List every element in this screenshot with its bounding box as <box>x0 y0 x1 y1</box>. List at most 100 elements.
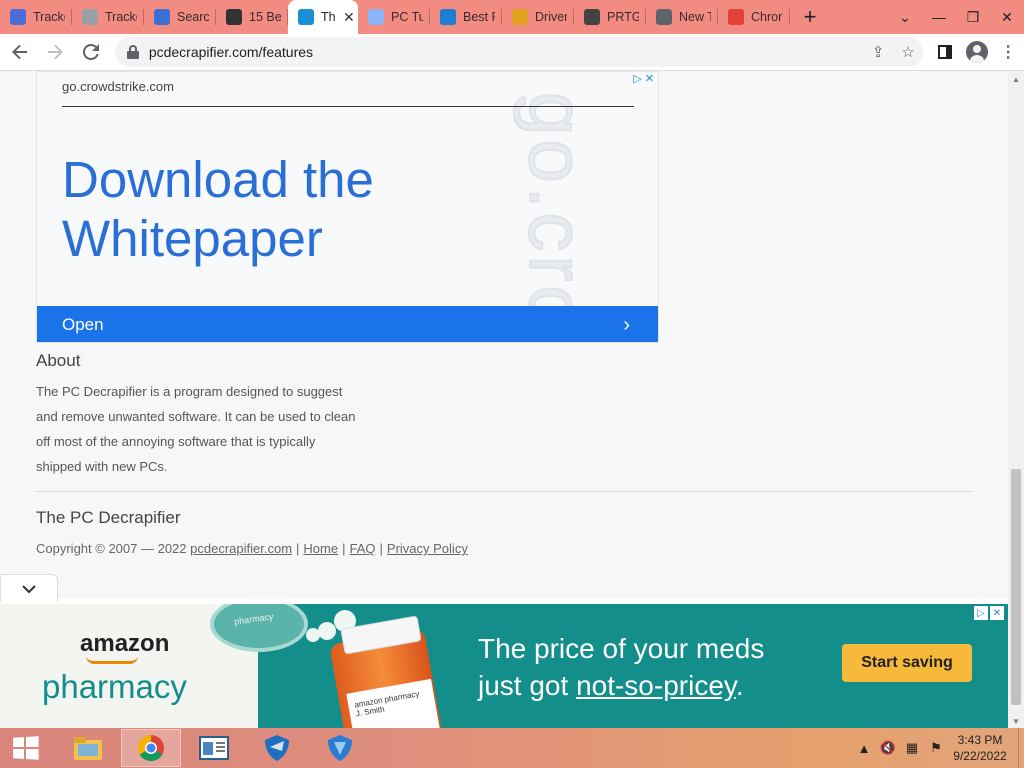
footer-link-faq[interactable]: FAQ <box>350 541 376 556</box>
clock[interactable]: 3:43 PM 9/22/2022 <box>948 732 1012 764</box>
browser-tab[interactable]: Chror <box>718 0 790 34</box>
close-window-button[interactable]: ✕ <box>990 9 1024 26</box>
forward-button[interactable] <box>40 36 72 68</box>
profile-button[interactable] <box>961 36 993 68</box>
chrome-favicon-icon <box>656 9 672 25</box>
side-panel-glyph-icon <box>937 45 952 59</box>
ad-choices-icon[interactable]: ▷ <box>974 606 988 620</box>
address-bar[interactable]: pcdecrapifier.com/features ⇪ ☆ <box>114 37 924 67</box>
ad-close-icon[interactable]: ✕ <box>990 606 1004 620</box>
cap-text: pharmacy <box>233 611 275 627</box>
ad-choices-icon[interactable]: ▷ ✕ <box>633 72 654 85</box>
show-desktop-button[interactable] <box>1018 728 1024 768</box>
shield-icon <box>265 735 289 761</box>
scroll-down-arrow-icon[interactable]: ▼ <box>1012 717 1020 726</box>
bookmark-star-icon[interactable]: ☆ <box>893 43 923 61</box>
chrome-icon <box>137 734 164 762</box>
shield-icon <box>328 735 352 761</box>
browser-tab[interactable]: Best F <box>430 0 502 34</box>
amazon-pharmacy-ad[interactable]: amazon pharmacy pharmacy amazon pharmacy… <box>0 604 1008 728</box>
browser-tab[interactable]: Driver <box>502 0 574 34</box>
pharmacy-wordmark: pharmacy <box>42 668 187 705</box>
tab-title: 15 Be <box>249 10 281 24</box>
minimize-button[interactable]: — <box>922 9 956 25</box>
lock-icon[interactable] <box>126 45 139 59</box>
scrollbar-thumb[interactable] <box>1011 469 1021 705</box>
windows-taskbar: ▲ 🔇 ▦ ⚑ 3:43 PM 9/22/2022 <box>0 728 1024 768</box>
ad-open-label: Open <box>62 315 104 334</box>
menu-kebab-icon[interactable]: ⋮ <box>992 36 1024 68</box>
copyright-text: Copyright © 2007 — 2022 <box>36 541 187 556</box>
p-favicon-icon <box>226 9 242 25</box>
tab-title: Tracke <box>33 10 65 24</box>
show-hidden-icons-icon[interactable]: ▲ <box>852 741 876 756</box>
footer-link-privacy[interactable]: Privacy Policy <box>387 541 468 556</box>
tab-search-chevron-icon[interactable]: ⌄ <box>888 9 922 26</box>
back-button[interactable] <box>4 36 36 68</box>
folder-icon <box>74 737 102 760</box>
pirate-favicon-icon <box>10 9 26 25</box>
windows-favicon-icon <box>440 9 456 25</box>
app-window-icon <box>199 736 229 760</box>
tab-title: Best F <box>463 10 495 24</box>
footer-link-home[interactable]: Home <box>303 541 338 556</box>
taskbar-security-app-1[interactable] <box>247 729 307 767</box>
ad-open-button[interactable]: Open › <box>37 306 658 342</box>
action-center-flag-icon[interactable]: ⚑ <box>924 740 948 756</box>
footer-link-site[interactable]: pcdecrapifier.com <box>190 541 292 556</box>
pcd-favicon-icon <box>298 9 314 25</box>
taskbar-security-app-2[interactable] <box>310 729 370 767</box>
amazon-wordmark: amazon <box>80 630 170 657</box>
tab-title: Th <box>321 10 336 24</box>
tab-title: New T <box>679 10 711 24</box>
browser-tab[interactable]: Tracke <box>72 0 144 34</box>
headline-suffix: . <box>735 670 744 701</box>
clock-date: 9/22/2022 <box>953 749 1007 763</box>
start-saving-button[interactable]: Start saving <box>842 644 972 682</box>
tab-title: Driver <box>535 10 567 24</box>
headline-line-1: The price of your meds <box>478 633 765 664</box>
collapse-ad-button[interactable] <box>0 574 58 602</box>
browser-tab[interactable]: Tracke <box>0 0 72 34</box>
tab-title: PC Tu <box>391 10 423 24</box>
search-favicon-icon <box>82 9 98 25</box>
page-scrollbar[interactable]: ▲ ▼ <box>1008 71 1024 728</box>
ad-choices-badges: ▷ ✕ <box>974 606 1004 620</box>
new-tab-button[interactable]: + <box>790 0 830 34</box>
start-button[interactable] <box>0 728 50 768</box>
browser-tab[interactable]: New T <box>646 0 718 34</box>
reload-icon <box>83 44 100 60</box>
crowdstrike-ad[interactable]: go.crow go.crowdstrike.com ▷ ✕ Download … <box>36 71 659 343</box>
taskbar-app-window[interactable] <box>184 729 244 767</box>
back-arrow-icon <box>11 44 27 60</box>
browser-tab[interactable]: Searcl <box>144 0 216 34</box>
restore-button[interactable]: ❐ <box>956 9 990 26</box>
tab-title: Searcl <box>177 10 209 24</box>
site-title: The PC Decrapifier <box>36 508 181 527</box>
browser-tab[interactable]: PC Tu <box>358 0 430 34</box>
footer-divider <box>36 491 972 492</box>
pill-icon <box>318 622 336 640</box>
forward-arrow-icon <box>48 44 64 60</box>
tab-strip: Tracke Tracke Searcl 15 Be Th ✕ PC Tu Best F Dri… <box>0 0 1024 34</box>
about-heading: About <box>36 351 81 370</box>
close-tab-icon[interactable]: ✕ <box>343 9 355 26</box>
ad-domain[interactable]: go.crowdstrike.com <box>62 79 174 94</box>
share-icon[interactable]: ⇪ <box>863 43 893 61</box>
browser-tab[interactable]: PRTG <box>574 0 646 34</box>
ad-headline[interactable]: Download the Whitepaper <box>62 150 482 268</box>
taskbar-file-explorer[interactable] <box>58 729 118 767</box>
scroll-up-arrow-icon[interactable]: ▲ <box>1012 75 1020 84</box>
side-panel-icon[interactable] <box>929 36 961 68</box>
taskbar-chrome[interactable] <box>121 729 181 767</box>
browser-tab[interactable]: Th ✕ <box>288 0 358 34</box>
headline-line-2: just got not-so-pricey. <box>478 667 764 704</box>
url-text[interactable]: pcdecrapifier.com/features <box>149 44 313 60</box>
reload-button[interactable] <box>75 36 107 68</box>
avatar <box>965 41 988 63</box>
browser-tab[interactable]: 15 Be <box>216 0 288 34</box>
amazon-ad-headline[interactable]: The price of your meds just got not-so-p… <box>478 630 764 704</box>
volume-muted-icon[interactable]: 🔇 <box>876 740 900 756</box>
shield-favicon-icon <box>154 9 170 25</box>
network-icon[interactable]: ▦ <box>900 740 924 756</box>
